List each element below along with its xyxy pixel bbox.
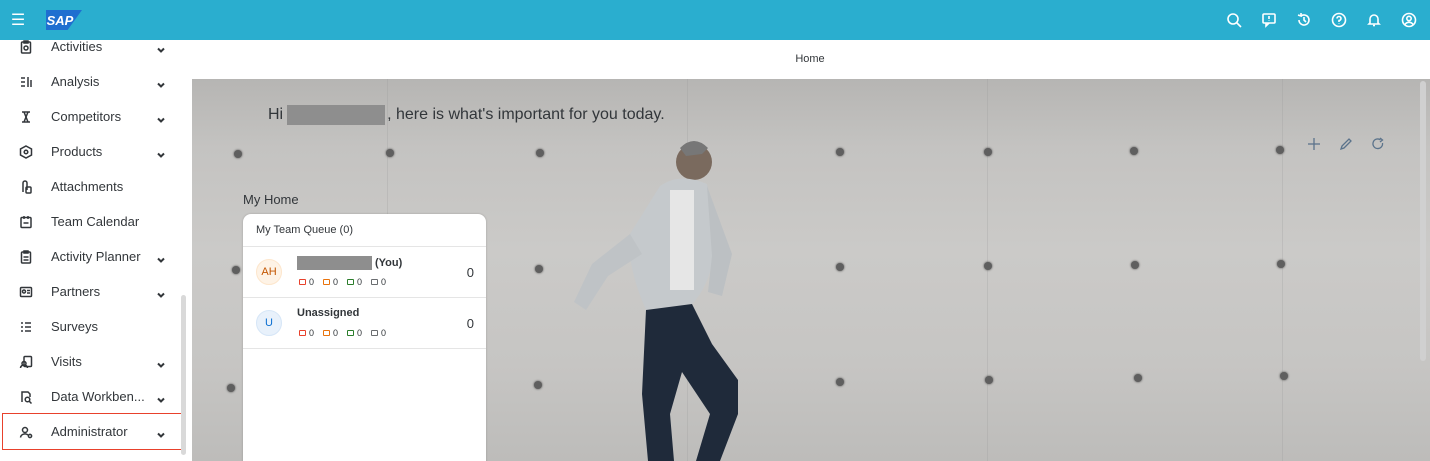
product-icon [18,144,34,160]
queue-total: 0 [466,316,474,331]
redacted-user-name [287,105,386,125]
queue-row-name: Unassigned [297,307,360,319]
queue-stats: 0 0 0 0 [299,277,386,287]
runner-image [574,141,738,461]
notifications-icon[interactable] [1365,11,1383,29]
stat-grey: 0 [371,277,386,287]
greeting-suffix: , here is what's important for you today… [387,106,665,123]
sidebar-item-label: Partners [51,284,101,299]
planner-icon [18,249,34,265]
sidebar-item-label: Data Workben... [51,389,145,404]
data-workbench-icon [18,389,34,405]
stat-red: 0 [299,328,314,338]
sidebar-item-surveys[interactable]: Surveys [0,309,180,344]
add-icon[interactable] [1307,137,1321,151]
sidebar-item-activities[interactable]: Activities [0,40,180,64]
sidebar-item-team-calendar[interactable]: Team Calendar [0,204,180,239]
sap-logo[interactable]: SAP [46,10,82,30]
sidebar-item-products[interactable]: Products [0,134,180,169]
you-label: (You) [375,257,403,269]
user-icon[interactable] [1400,11,1418,29]
greeting-prefix: Hi [268,106,284,123]
chevron-down-icon[interactable] [156,427,166,438]
sidebar-item-label: Visits [51,354,82,369]
main-scrollbar[interactable] [1420,81,1426,361]
chevron-down-icon[interactable] [156,77,166,88]
chevron-down-icon[interactable] [156,147,166,158]
sidebar-item-label: Attachments [51,179,124,194]
stat-orange: 0 [323,328,338,338]
stat-grey: 0 [371,328,386,338]
search-icon[interactable] [1225,11,1243,29]
help-icon[interactable] [1330,11,1348,29]
clipboard-icon [18,40,34,55]
administrator-icon [18,424,34,440]
attachment-icon [18,179,34,195]
chevron-down-icon[interactable] [156,112,166,123]
home-canvas: Hi , here is what's important for you to… [192,79,1430,461]
sidebar-item-label: Activities [51,40,103,54]
analysis-icon [18,74,34,90]
avatar: U [256,310,282,336]
feedback-icon[interactable] [1260,11,1278,29]
queue-total: 0 [466,265,474,280]
queue-row-unassigned[interactable]: U Unassigned 0 0 0 0 0 [243,298,486,348]
sidebar-item-label: Surveys [51,319,98,334]
sidebar-item-visits[interactable]: Visits [0,344,180,379]
stat-red: 0 [299,277,314,287]
stat-green: 0 [347,277,362,287]
history-icon[interactable] [1295,11,1313,29]
sidebar-scrollbar[interactable] [181,295,186,455]
sidebar-item-label: Activity Planner [51,249,141,264]
stat-orange: 0 [323,277,338,287]
sidebar-item-label: Competitors [51,109,122,124]
sidebar-item-administrator[interactable]: Administrator [2,413,185,450]
queue-row-you[interactable]: AH (You) 0 0 0 0 0 [243,247,486,297]
sidebar: Activities Analysis Competitors Products… [0,40,190,461]
stat-green: 0 [347,328,362,338]
page-title: Home [795,53,825,65]
sidebar-item-label: Team Calendar [51,214,140,229]
sidebar-item-activity-planner[interactable]: Activity Planner [0,239,180,274]
sidebar-item-label: Administrator [51,424,128,439]
page-header: Home [190,40,1430,79]
competitor-icon [18,109,34,125]
redacted-user-name [297,256,372,270]
partner-icon [18,284,34,300]
sidebar-item-label: Products [51,144,103,159]
survey-icon [18,319,34,335]
chevron-down-icon[interactable] [156,252,166,263]
shell-bar: ☰ SAP [0,0,1430,40]
home-toolbar [1307,137,1385,151]
visit-icon [18,354,34,370]
sidebar-item-competitors[interactable]: Competitors [0,99,180,134]
greeting: Hi , here is what's important for you to… [268,105,665,125]
card-title[interactable]: My Team Queue (0) [256,224,353,236]
chevron-down-icon[interactable] [156,357,166,368]
sidebar-item-attachments[interactable]: Attachments [0,169,180,204]
sidebar-item-label: Analysis [51,74,100,89]
sidebar-item-partners[interactable]: Partners [0,274,180,309]
chevron-down-icon[interactable] [156,392,166,403]
avatar: AH [256,259,282,285]
queue-stats: 0 0 0 0 [299,328,386,338]
refresh-icon[interactable] [1371,137,1385,151]
edit-icon[interactable] [1339,137,1353,151]
team-queue-card: My Team Queue (0) AH (You) 0 0 0 0 0 U U… [243,214,486,461]
menu-icon[interactable]: ☰ [0,0,36,40]
queue-row-name: (You) [297,256,402,270]
chevron-down-icon[interactable] [156,287,166,298]
section-label: My Home [243,192,299,207]
chevron-down-icon[interactable] [156,42,166,53]
calendar-icon [18,214,34,230]
sidebar-item-analysis[interactable]: Analysis [0,64,180,99]
sidebar-item-data-workbench[interactable]: Data Workben... [0,379,180,414]
